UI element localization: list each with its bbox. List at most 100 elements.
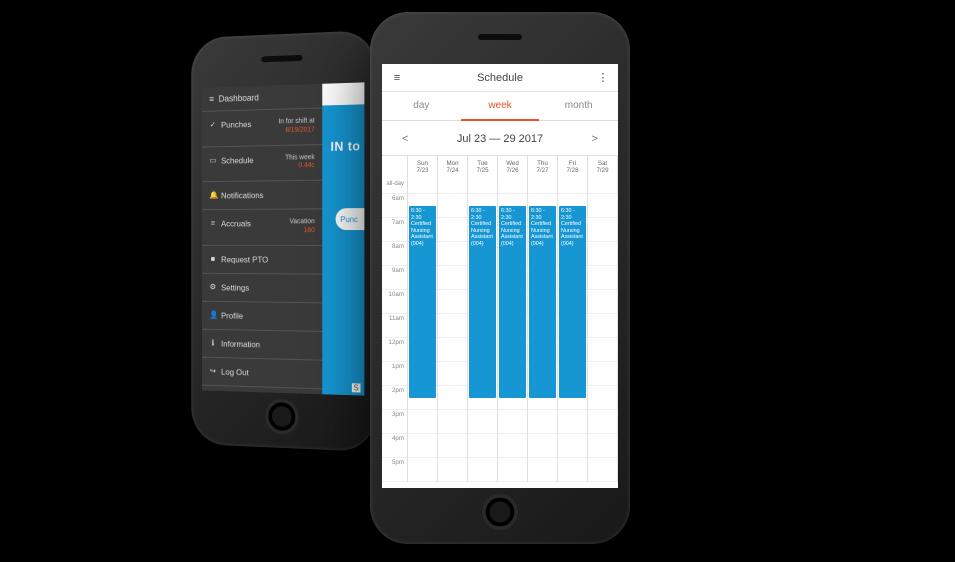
day-column[interactable] [588,178,618,482]
top-bar: ≡ Schedule ⋮ [382,64,618,92]
hamburger-icon[interactable]: ≡ [390,72,404,84]
event-title: Certified Nursing Assistant (004) [501,221,524,247]
hour-label: 9am [382,266,407,290]
calendar-body: all-day6am7am8am9am10am11am12pm1pm2pm3pm… [382,178,618,482]
calendar-event[interactable]: 6:30 - 2:30Certified Nursing Assistant (… [559,206,586,398]
sidebar-item-meta: In for shift at8/19/2017 [279,118,315,136]
clock-in-label: IN to [330,138,360,154]
content-topbar [322,82,364,105]
accruals-icon: ≡ [209,220,216,228]
date-range-nav: < Jul 23 — 29 2017 > [382,121,618,155]
calendar-event[interactable]: 6:30 - 2:30Certified Nursing Assistant (… [499,206,526,398]
event-time: 6:30 - 2:30 [501,208,524,221]
hour-label: 7am [382,218,407,242]
screen-right: ≡ Schedule ⋮ dayweekmonth < Jul 23 — 29 … [382,64,618,488]
sidebar-item-label: Accruals [221,219,251,229]
request-pto-icon: ■ [209,255,216,263]
punch-button[interactable]: Punc [336,208,365,230]
event-title: Certified Nursing Assistant (004) [471,221,494,247]
sidebar-item-label: Schedule [221,155,253,165]
date-range-label: Jul 23 — 29 2017 [457,133,543,145]
next-week-button[interactable]: > [586,131,604,147]
view-tabs: dayweekmonth [382,92,618,121]
main-content-peek: IN to Punc S [322,82,364,395]
hour-label: 6am [382,194,407,218]
hour-label: 12pm [382,338,407,362]
more-icon[interactable]: ⋮ [596,71,610,84]
sidebar-item-label: Notifications [221,190,263,200]
day-header[interactable]: Wed7/26 [498,156,528,178]
day-header[interactable]: Sat7/29 [588,156,618,178]
event-time: 6:30 - 2:30 [531,208,554,221]
sidebar-item-profile[interactable]: 👤 Profile [202,301,322,331]
sidebar-item-label: Profile [221,310,243,320]
sidebar-title: Dashboard [219,93,259,104]
day-header[interactable]: Tue7/25 [468,156,498,178]
sidebar-item-label: Information [221,338,260,349]
sidebar-item-label: Punches [221,119,251,129]
day-column[interactable]: 6:30 - 2:30Certified Nursing Assistant (… [528,178,558,482]
day-column[interactable] [438,178,468,482]
event-title: Certified Nursing Assistant (004) [561,221,584,247]
hour-label: 11am [382,314,407,338]
settings-icon: ⚙ [209,283,216,291]
sidebar-item-information[interactable]: ℹ Information [202,329,322,360]
sidebar-item-request-pto[interactable]: ■ Request PTO [202,245,322,274]
sidebar-item-label: Log Out [221,366,249,376]
sidebar-item-punches[interactable]: ✓ Punches In for shift at8/19/2017 [202,108,322,147]
sidebar-item-log-out[interactable]: ↪Log Out [202,357,322,389]
day-header-row: Sun7/23Mon7/24Tue7/25Wed7/26Thu7/27Fri7/… [382,156,618,178]
sidebar-item-meta: This week0.44c [285,154,315,172]
tab-day[interactable]: day [382,92,461,121]
footer-char: S [352,383,361,392]
hour-label: 4pm [382,434,407,458]
phone-mockup-right: ≡ Schedule ⋮ dayweekmonth < Jul 23 — 29 … [370,12,630,544]
calendar-grid: Sun7/23Mon7/24Tue7/25Wed7/26Thu7/27Fri7/… [382,155,618,482]
notifications-icon: 🔔 [209,192,216,200]
day-header[interactable]: Fri7/28 [558,156,588,178]
hour-label: 2pm [382,386,407,410]
sidebar-item-settings[interactable]: ⚙ Settings [202,273,322,303]
sidebar-header[interactable]: ≡ Dashboard [202,84,322,112]
screen-left: ≡ Dashboard ✓ Punches In for shift at8/19/… [202,82,364,395]
event-title: Certified Nursing Assistant (004) [411,221,434,247]
hour-labels-column: all-day6am7am8am9am10am11am12pm1pm2pm3pm… [382,178,408,482]
header-corner [382,156,408,178]
hour-label: 1pm [382,362,407,386]
prev-week-button[interactable]: < [396,131,414,147]
hour-label: all-day [382,178,407,194]
sidebar: ≡ Dashboard ✓ Punches In for shift at8/19/… [202,84,322,394]
sidebar-item-notifications[interactable]: 🔔 Notifications [202,181,322,210]
day-column[interactable]: 6:30 - 2:30Certified Nursing Assistant (… [558,178,588,482]
hour-label: 10am [382,290,407,314]
sidebar-item-accruals[interactable]: ≡ Accruals Vacation160 [202,209,322,245]
calendar-event[interactable]: 6:30 - 2:30Certified Nursing Assistant (… [469,206,496,398]
information-icon: ℹ [209,339,216,347]
tab-week[interactable]: week [461,92,540,121]
punches-icon: ✓ [209,121,216,129]
hour-label: 3pm [382,410,407,434]
event-time: 6:30 - 2:30 [471,208,494,221]
page-title: Schedule [404,72,596,84]
sidebar-item-label: Request PTO [221,254,268,264]
event-time: 6:30 - 2:30 [561,208,584,221]
profile-icon: 👤 [209,311,216,319]
tab-month[interactable]: month [539,92,618,121]
event-title: Certified Nursing Assistant (004) [531,221,554,247]
calendar-event[interactable]: 6:30 - 2:30Certified Nursing Assistant (… [409,206,436,398]
event-time: 6:30 - 2:30 [411,208,434,221]
phone-mockup-left: ≡ Dashboard ✓ Punches In for shift at8/19/… [191,30,376,452]
sidebar-item-schedule[interactable]: ▭ Schedule This week0.44c [202,145,322,183]
sidebar-item-label: Settings [221,282,249,292]
day-header[interactable]: Thu7/27 [528,156,558,178]
hour-label: 5pm [382,458,407,482]
day-header[interactable]: Mon7/24 [438,156,468,178]
hour-label: 8am [382,242,407,266]
sidebar-item-meta: Vacation160 [290,218,315,235]
day-column[interactable]: 6:30 - 2:30Certified Nursing Assistant (… [498,178,528,482]
day-column[interactable]: 6:30 - 2:30Certified Nursing Assistant (… [468,178,498,482]
schedule-icon: ▭ [209,156,216,164]
day-column[interactable]: 6:30 - 2:30Certified Nursing Assistant (… [408,178,438,482]
day-header[interactable]: Sun7/23 [408,156,438,178]
calendar-event[interactable]: 6:30 - 2:30Certified Nursing Assistant (… [529,206,556,398]
